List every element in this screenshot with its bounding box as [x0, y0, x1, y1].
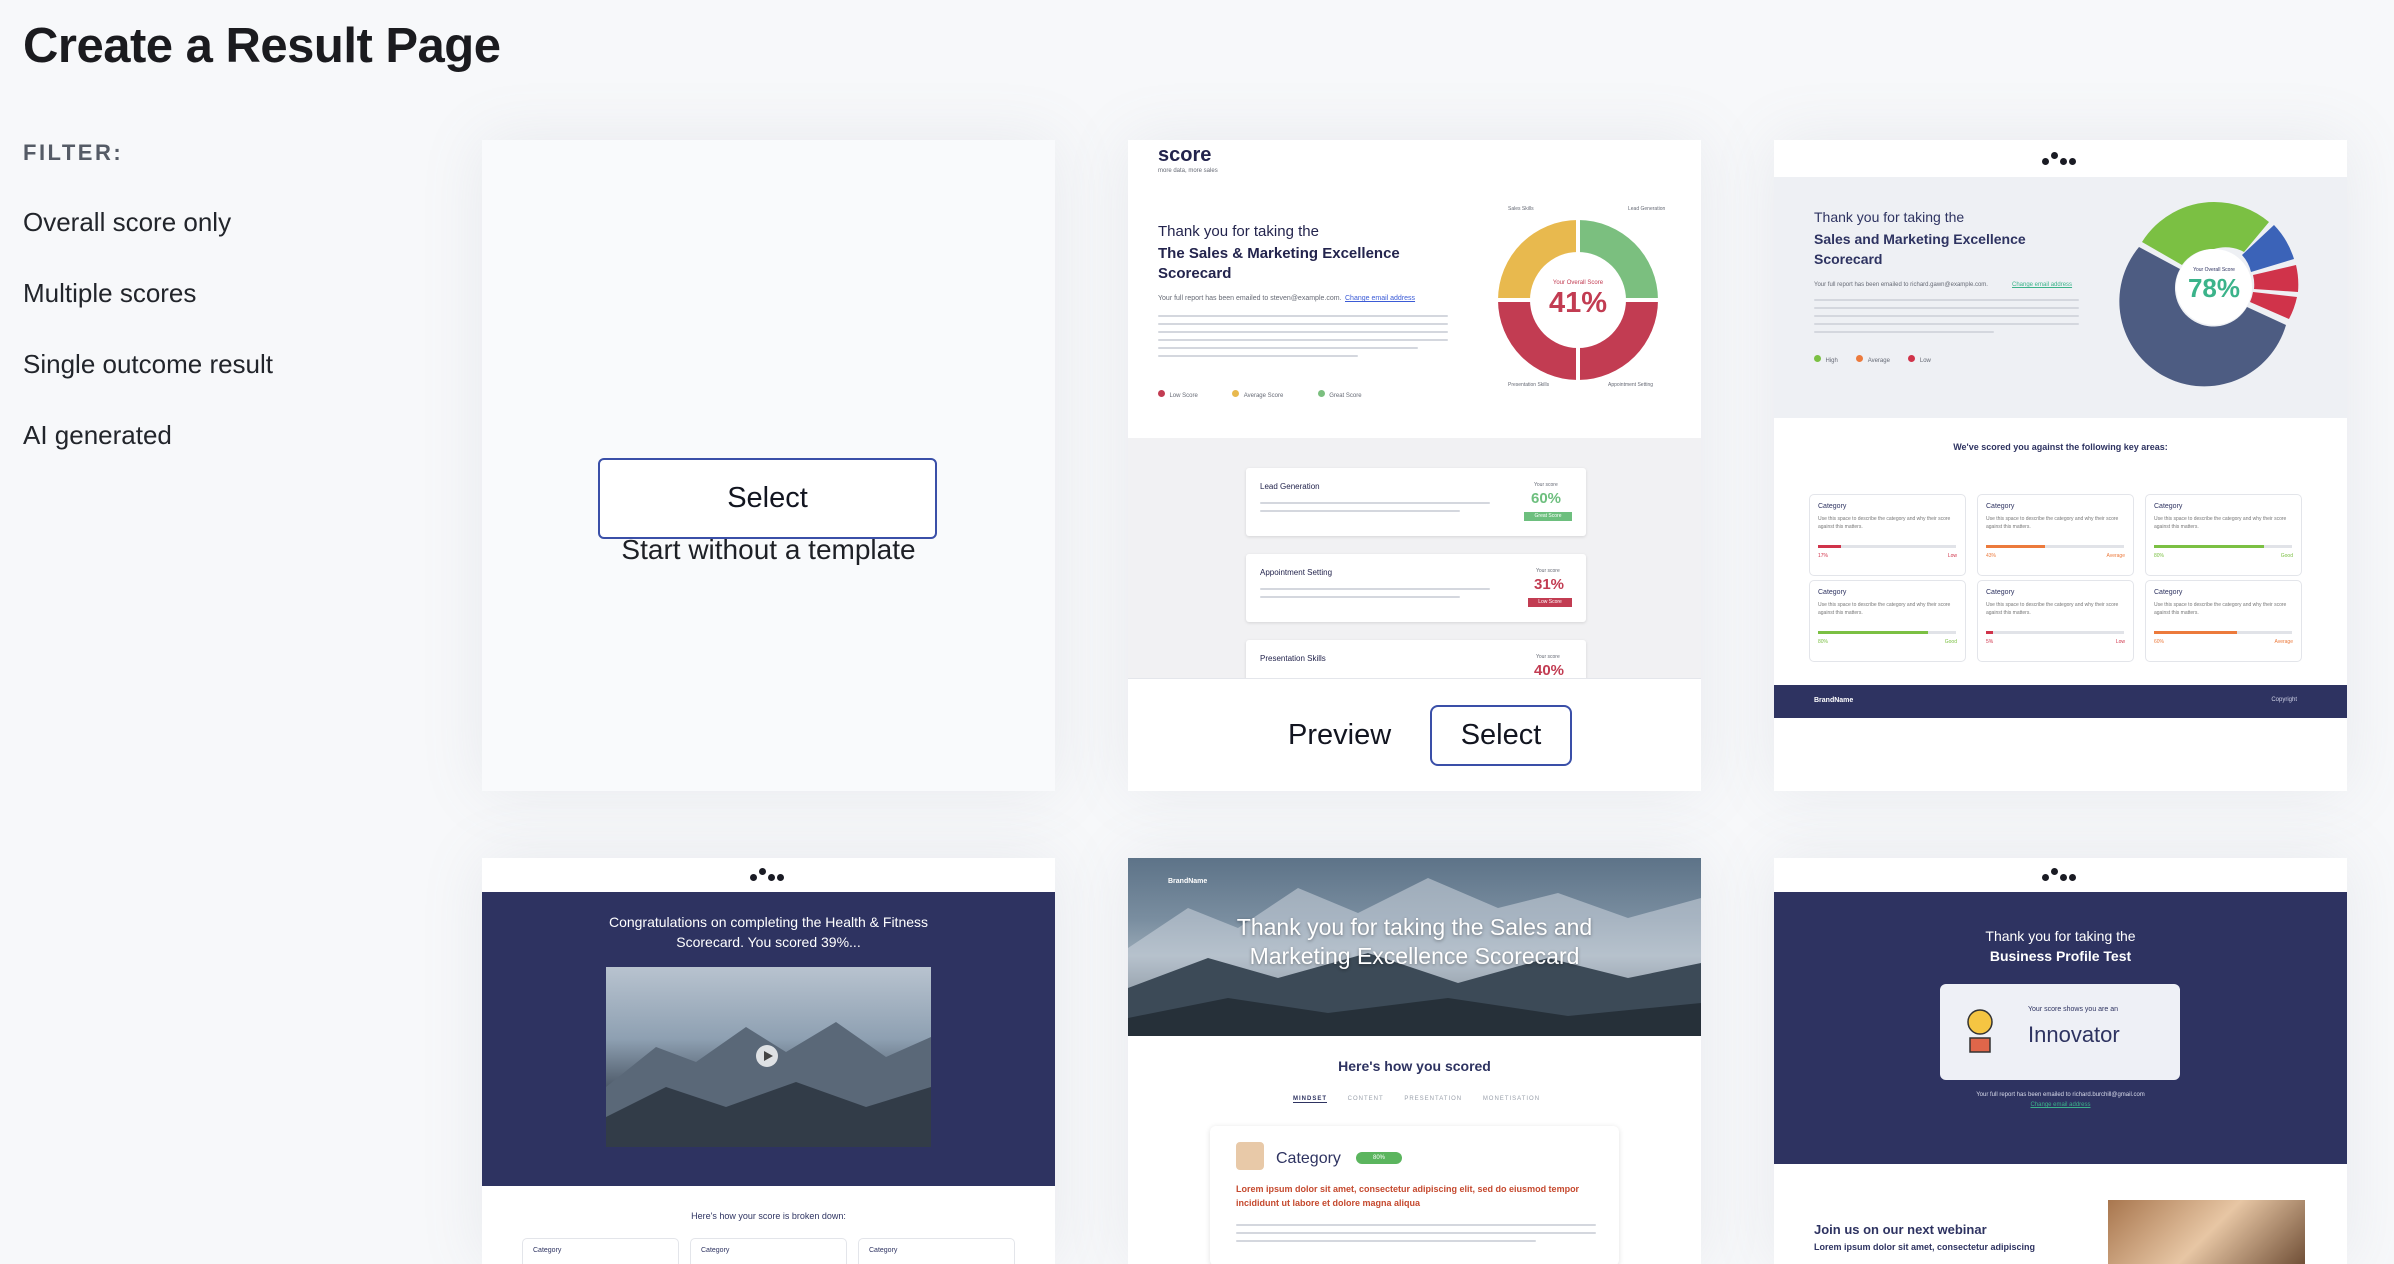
card2-section-title: We've scored you against the following k…	[1953, 442, 2168, 452]
card4-hero: BrandName Thank you for taking the Sales…	[1128, 858, 1701, 1036]
result-value: Innovator	[2028, 1022, 2120, 1047]
page-title: Create a Result Page	[23, 19, 501, 73]
brand-logo-icon	[2042, 152, 2078, 166]
score-row-lead-generation: Lead Generation Your score 60% Great Sco…	[1246, 468, 1586, 536]
card2-footer: BrandName Copyright	[1774, 685, 2347, 718]
card2-donut-value: 78%	[2187, 273, 2241, 303]
category-pct: 80%	[1818, 639, 1829, 645]
template-card-sales-scorecard-78[interactable]: Thank you for taking the Sales and Marke…	[1774, 140, 2347, 791]
category-card: Category Use this space to describe the c…	[1977, 580, 2134, 662]
filter-single-outcome-result[interactable]: Single outcome result	[23, 349, 273, 380]
category-pct: 43%	[1986, 553, 1997, 559]
category-label: Category	[1986, 503, 2015, 510]
card2-legend: High Average Low	[1814, 349, 1931, 367]
webinar-photo	[2108, 1200, 2305, 1264]
score-tagline: more data, more sales	[1158, 168, 1218, 174]
filter-label: FILTER:	[23, 140, 124, 165]
card1-score-list: Lead Generation Your score 60% Great Sco…	[1128, 438, 1701, 708]
category-progress-fill	[1986, 631, 1993, 634]
category-label: Category	[2154, 503, 2183, 510]
category-level: Good	[2280, 553, 2293, 559]
category-progress-fill	[1986, 545, 2045, 548]
category-desc: Use this space to describe the category …	[1818, 602, 1951, 616]
card2-header: Thank you for taking the Sales and Marke…	[1774, 177, 2347, 418]
category-progress-fill	[1818, 631, 1928, 634]
card4-category-card: Category 80% Lorem ipsum dolor sit amet,…	[1210, 1126, 1619, 1264]
card1-email-line: Your full report has been emailed to ste…	[1158, 295, 1342, 302]
category-level: Average	[2106, 553, 2125, 559]
blank-template-card: Start without a template Select	[482, 140, 1055, 791]
category-card: Category Use this space to describe the c…	[1809, 494, 1966, 576]
category-pct: 60%	[2154, 639, 2165, 645]
video-thumbnail[interactable]	[606, 967, 931, 1147]
filter-ai-generated[interactable]: AI generated	[23, 420, 172, 451]
category-label: Category	[1818, 589, 1847, 596]
category-desc: Use this space to describe the category …	[2154, 516, 2287, 530]
category-pct: 80%	[2154, 553, 2165, 559]
filter-overall-score-only[interactable]: Overall score only	[23, 207, 231, 238]
category-card: Category Use this space to describe the c…	[1809, 580, 1966, 662]
category-level: Good	[1944, 639, 1957, 645]
card4-hero-title: Thank you for taking the Sales and Marke…	[1236, 914, 1593, 969]
template-card-business-profile[interactable]: Thank you for taking the Business Profil…	[1774, 858, 2347, 1264]
category-progress-fill	[1818, 545, 1841, 548]
template-card-mountain-scorecard[interactable]: BrandName Thank you for taking the Sales…	[1128, 858, 1701, 1264]
lightbulb-icon	[1958, 1006, 2002, 1056]
play-icon[interactable]	[756, 1045, 778, 1067]
score-row-appointment-setting: Appointment Setting Your score 31% Low S…	[1246, 554, 1586, 622]
category-label: Category	[1818, 503, 1847, 510]
category-card: Category Use this space to describe the c…	[1977, 494, 2134, 576]
card1-heading-line2: The Sales & Marketing Excellence Scoreca…	[1158, 245, 1400, 282]
card1-donut-value: 41%	[1548, 287, 1608, 319]
score-logo: score	[1158, 144, 1212, 166]
select-button[interactable]: Select	[1430, 705, 1572, 766]
preview-button[interactable]: Preview	[1288, 719, 1391, 752]
card1-header: score more data, more sales Thank you fo…	[1128, 140, 1701, 438]
category-desc: Use this space to describe the category …	[2154, 602, 2287, 616]
card1-email-link[interactable]: Change email address	[1345, 295, 1415, 302]
card1-donut-label: Your Overall Score	[1552, 280, 1604, 286]
category-pct: 5%	[1986, 639, 1994, 645]
category-desc: Use this space to describe the category …	[1818, 516, 1951, 530]
category-illustration-icon	[1236, 1142, 1264, 1170]
category-progress-track	[1986, 631, 2124, 634]
category-label: Category	[1986, 589, 2015, 596]
category-level: Low	[1947, 553, 1957, 559]
category-pct: 17%	[1818, 553, 1829, 559]
card1-actions: Preview Select	[1128, 678, 1701, 791]
category-card: Category Use this space to describe the c…	[2145, 494, 2302, 576]
brand-logo-icon	[750, 868, 786, 882]
template-card-sales-scorecard[interactable]: score more data, more sales Thank you fo…	[1128, 140, 1701, 791]
blank-select-button[interactable]: Select	[598, 458, 937, 539]
card5-hero: Thank you for taking the Business Profil…	[1774, 892, 2347, 1164]
card1-heading-line1: Thank you for taking the	[1158, 223, 1319, 240]
category-desc: Use this space to describe the category …	[1986, 602, 2119, 616]
category-progress-fill	[2154, 631, 2237, 634]
category-label: Category	[2154, 589, 2183, 596]
card1-legend: Low Score Average Score Great Score	[1158, 384, 1362, 402]
template-card-health-fitness[interactable]: Congratulations on completing the Health…	[482, 858, 1055, 1264]
category-desc: Use this space to describe the category …	[1986, 516, 2119, 530]
card4-tabs: MINDSET CONTENT PRESENTATION MONETISATIO…	[1293, 1096, 1541, 1103]
filter-multiple-scores[interactable]: Multiple scores	[23, 278, 196, 309]
category-card: Category Use this space to describe the c…	[2145, 580, 2302, 662]
card3-hero: Congratulations on completing the Health…	[482, 892, 1055, 1186]
brand-logo-icon	[2042, 868, 2078, 882]
category-progress-fill	[2154, 545, 2264, 548]
category-level: Low	[2115, 639, 2125, 645]
category-level: Average	[2274, 639, 2293, 645]
result-card: Your score shows you are an Innovator	[1940, 984, 2180, 1080]
